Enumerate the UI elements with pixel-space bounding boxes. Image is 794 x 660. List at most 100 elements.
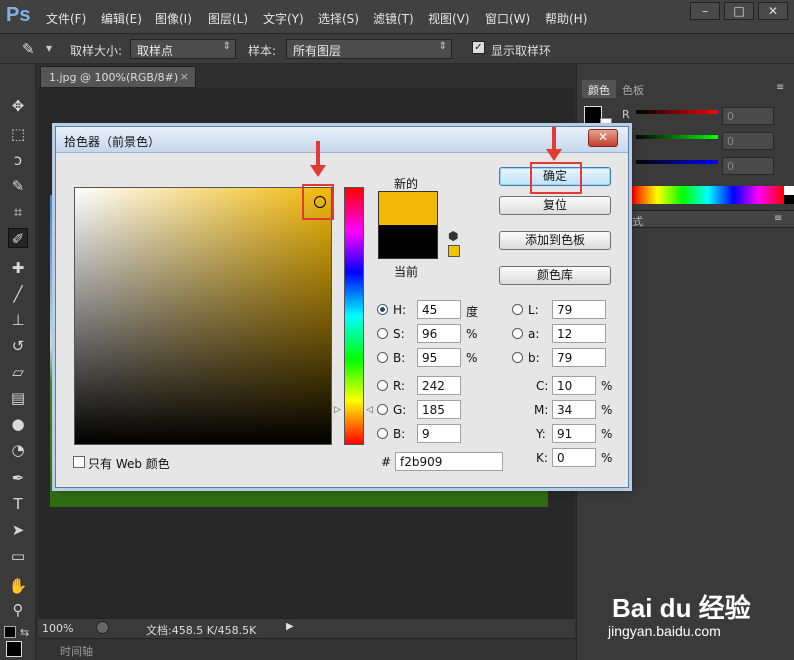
red-slider[interactable]	[636, 110, 718, 114]
marquee-tool-icon[interactable]: ⬚	[8, 124, 28, 144]
color-ramp[interactable]	[632, 186, 794, 204]
blue-radio[interactable]	[377, 428, 388, 439]
hex-field[interactable]: f2b909	[395, 452, 503, 471]
k-field[interactable]: 0	[552, 448, 596, 467]
eraser-tool-icon[interactable]: ▱	[8, 362, 28, 382]
menu-window[interactable]: 窗口(W)	[485, 10, 530, 27]
show-sampling-ring-checkbox[interactable]: ✓	[472, 41, 485, 54]
menu-help[interactable]: 帮助(H)	[545, 10, 587, 27]
lab-b-field[interactable]: 79	[552, 348, 606, 367]
crop-tool-icon[interactable]: ⌗	[8, 202, 28, 222]
hand-tool-icon[interactable]: ✋	[8, 576, 28, 596]
panel-b-field[interactable]: 0	[722, 157, 774, 175]
dialog-titlebar[interactable]: 拾色器（前景色） ✕	[56, 127, 628, 153]
move-tool-icon[interactable]: ✥	[8, 96, 28, 116]
healing-brush-tool-icon[interactable]: ✚	[8, 258, 28, 278]
sample-select[interactable]: 所有图层 ⇕	[286, 39, 452, 59]
menu-layer[interactable]: 图层(L)	[208, 10, 248, 27]
minimize-button[interactable]: –	[690, 2, 720, 20]
hue-slider-right-arrow-icon[interactable]: ◁	[366, 405, 373, 415]
r-field[interactable]: 242	[417, 376, 461, 395]
foreground-color-swatch[interactable]	[4, 626, 16, 638]
panel-menu-icon[interactable]: ≡	[776, 82, 784, 93]
eyedropper-tool-icon[interactable]: ✐	[8, 228, 28, 248]
close-window-button[interactable]: ✕	[758, 2, 788, 20]
dodge-tool-icon[interactable]: ◔	[8, 440, 28, 460]
s-radio[interactable]	[377, 328, 388, 339]
web-colors-only-checkbox[interactable]	[73, 456, 85, 468]
sample-size-select[interactable]: 取样点 ⇕	[130, 39, 236, 59]
c-field[interactable]: 10	[552, 376, 596, 395]
document-tab[interactable]: 1.jpg @ 100%(RGB/8#) ×	[40, 66, 196, 88]
out-of-gamut-cube-icon[interactable]: ⬢	[448, 229, 458, 243]
s-unit: %	[466, 327, 478, 341]
tool-preset-chevron-icon[interactable]: ▼	[46, 44, 52, 53]
menu-edit[interactable]: 编辑(E)	[101, 10, 142, 27]
blur-tool-icon[interactable]: ●	[8, 414, 28, 434]
blue-slider[interactable]	[636, 160, 718, 164]
color-field[interactable]	[74, 187, 332, 445]
a-radio[interactable]	[512, 328, 523, 339]
status-menu-arrow-icon[interactable]: ▶	[286, 621, 294, 632]
menu-view[interactable]: 视图(V)	[428, 10, 470, 27]
panel-r-field[interactable]: 0	[722, 107, 774, 125]
close-document-icon[interactable]: ×	[180, 70, 189, 83]
reset-button[interactable]: 复位	[499, 196, 611, 215]
h-field[interactable]: 45	[417, 300, 461, 319]
green-slider[interactable]	[636, 135, 718, 139]
tab-color[interactable]: 颜色	[582, 80, 616, 98]
m-field[interactable]: 34	[552, 400, 596, 419]
g-field[interactable]: 185	[417, 400, 461, 419]
pen-tool-icon[interactable]: ✒	[8, 468, 28, 488]
zoom-tool-icon[interactable]: ⚲	[8, 600, 28, 620]
l-radio[interactable]	[512, 304, 523, 315]
panel-g-field[interactable]: 0	[722, 132, 774, 150]
path-select-tool-icon[interactable]: ➤	[8, 520, 28, 540]
eyedropper-icon[interactable]: ✎	[22, 40, 35, 58]
l-field[interactable]: 79	[552, 300, 606, 319]
lab-b-radio[interactable]	[512, 352, 523, 363]
lasso-tool-icon[interactable]: ↄ	[8, 150, 28, 170]
color-libraries-button[interactable]: 颜色库	[499, 266, 611, 285]
lab-b-label: b:	[528, 351, 540, 365]
h-radio[interactable]	[377, 304, 388, 315]
menu-filter[interactable]: 滤镜(T)	[373, 10, 414, 27]
brightness-field[interactable]: 95	[417, 348, 461, 367]
type-tool-icon[interactable]: T	[8, 494, 28, 514]
shape-tool-icon[interactable]: ▭	[8, 546, 28, 566]
styles-panel-menu-icon[interactable]: ≡	[774, 213, 782, 224]
photoshop-logo: Ps	[6, 4, 31, 26]
styles-tab[interactable]: 式	[632, 213, 643, 229]
y-field[interactable]: 91	[552, 424, 596, 443]
hue-slider[interactable]	[344, 187, 364, 445]
stamp-tool-icon[interactable]: ⊥	[8, 310, 28, 330]
history-brush-tool-icon[interactable]: ↺	[8, 336, 28, 356]
swap-colors-icon[interactable]: ⇆	[20, 626, 29, 639]
gamut-warning-swatch[interactable]	[448, 245, 460, 257]
blue-field[interactable]: 9	[417, 424, 461, 443]
r-radio[interactable]	[377, 380, 388, 391]
add-to-swatches-button[interactable]: 添加到色板	[499, 231, 611, 250]
g-radio[interactable]	[377, 404, 388, 415]
s-field[interactable]: 96	[417, 324, 461, 343]
status-info-icon[interactable]	[96, 621, 109, 634]
tab-swatches[interactable]: 色板	[616, 80, 650, 98]
menu-select[interactable]: 选择(S)	[318, 10, 359, 27]
current-color-swatch[interactable]	[378, 225, 438, 259]
foreground-swatch-large[interactable]	[6, 641, 22, 657]
gradient-tool-icon[interactable]: ▤	[8, 388, 28, 408]
menu-file[interactable]: 文件(F)	[46, 10, 86, 27]
zoom-level[interactable]: 100%	[42, 622, 73, 635]
brush-tool-icon[interactable]: ╱	[8, 284, 28, 304]
a-field[interactable]: 12	[552, 324, 606, 343]
menu-type[interactable]: 文字(Y)	[263, 10, 304, 27]
quick-select-tool-icon[interactable]: ✎	[8, 176, 28, 196]
timeline-label[interactable]: 时间轴	[60, 643, 93, 659]
maximize-button[interactable]: □	[724, 2, 754, 20]
menu-image[interactable]: 图像(I)	[155, 10, 192, 27]
black-white-ramp[interactable]	[784, 186, 794, 204]
hue-slider-left-arrow-icon[interactable]: ▷	[334, 405, 341, 415]
dialog-close-button[interactable]: ✕	[588, 129, 618, 147]
b-radio[interactable]	[377, 352, 388, 363]
blue-label: B:	[393, 427, 406, 441]
